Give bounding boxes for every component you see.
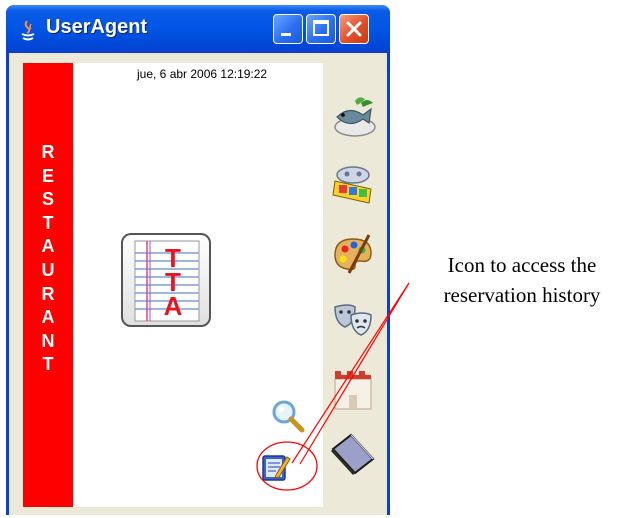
highlight-ellipse [256,441,318,491]
annotation-overlay [256,282,410,491]
annotation-pointer-line-2 [299,282,410,465]
annotation-pointer-line-1 [291,282,410,464]
